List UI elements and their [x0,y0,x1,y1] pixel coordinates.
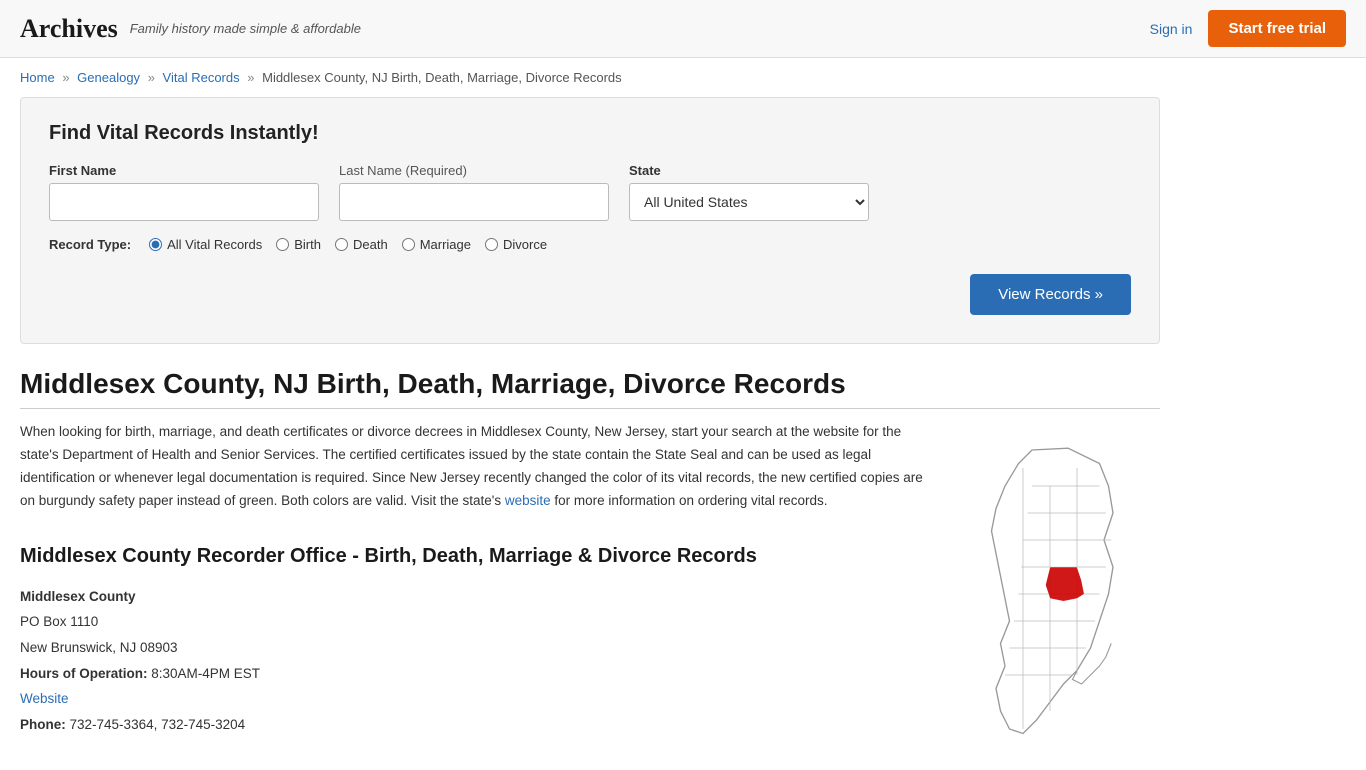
last-name-input[interactable] [339,183,609,221]
breadcrumb-current: Middlesex County, NJ Birth, Death, Marri… [262,70,622,85]
header-right: Sign in Start free trial [1150,10,1346,47]
radio-birth-label: Birth [294,237,321,252]
phone-label: Phone: [20,717,66,732]
office-name: Middlesex County [20,584,930,610]
radio-death-label: Death [353,237,388,252]
logo: Archives [20,14,118,44]
hours-label: Hours of Operation: [20,666,148,681]
radio-divorce[interactable]: Divorce [485,237,547,252]
record-type-row: Record Type: All Vital Records Birth Dea… [49,237,1131,252]
radio-all-input[interactable] [149,238,162,251]
radio-marriage-input[interactable] [402,238,415,251]
header-left: Archives Family history made simple & af… [20,14,361,44]
hours-line: Hours of Operation: 8:30AM-4PM EST [20,661,930,687]
content-area: When looking for birth, marriage, and de… [20,421,1160,750]
main-content: Find Vital Records Instantly! First Name… [0,97,1180,770]
body-text: When looking for birth, marriage, and de… [20,421,930,513]
radio-all-vital[interactable]: All Vital Records [149,237,262,252]
first-name-group: First Name [49,163,319,221]
website-link[interactable]: website [505,493,551,508]
radio-death-input[interactable] [335,238,348,251]
form-row: First Name Last Name (Required) State Al… [49,163,1131,221]
start-trial-button[interactable]: Start free trial [1208,10,1346,47]
nj-map-svg [960,441,1140,747]
po-box: PO Box 1110 [20,609,930,635]
breadcrumb-vital-records[interactable]: Vital Records [163,70,240,85]
radio-marriage[interactable]: Marriage [402,237,471,252]
content-left: When looking for birth, marriage, and de… [20,421,930,750]
office-website-link[interactable]: Website [20,691,69,706]
sign-in-link[interactable]: Sign in [1150,21,1193,37]
radio-death[interactable]: Death [335,237,388,252]
radio-birth-input[interactable] [276,238,289,251]
last-name-group: Last Name (Required) [339,163,609,221]
nj-map-container [960,421,1160,750]
view-records-button[interactable]: View Records » [970,274,1131,315]
section-title: Middlesex County Recorder Office - Birth… [20,537,930,568]
phone-line: Phone: 732-745-3364, 732-745-3204 [20,712,930,738]
separator2: » [148,70,155,85]
radio-divorce-input[interactable] [485,238,498,251]
radio-all-label: All Vital Records [167,237,262,252]
last-name-label: Last Name (Required) [339,163,609,178]
radio-marriage-label: Marriage [420,237,471,252]
separator: » [62,70,69,85]
radio-divorce-label: Divorce [503,237,547,252]
state-label: State [629,163,869,178]
breadcrumb-home[interactable]: Home [20,70,55,85]
page-title: Middlesex County, NJ Birth, Death, Marri… [20,368,1160,409]
state-group: State All United States [629,163,869,221]
record-type-label: Record Type: [49,237,131,252]
breadcrumb: Home » Genealogy » Vital Records » Middl… [0,58,1366,97]
radio-birth[interactable]: Birth [276,237,321,252]
breadcrumb-genealogy[interactable]: Genealogy [77,70,140,85]
separator3: » [247,70,254,85]
city-state-zip: New Brunswick, NJ 08903 [20,635,930,661]
search-box: Find Vital Records Instantly! First Name… [20,97,1160,344]
website-line: Website [20,686,930,712]
search-title: Find Vital Records Instantly! [49,122,1131,145]
state-select[interactable]: All United States [629,183,869,221]
record-type-options: All Vital Records Birth Death Marriage D… [149,237,547,252]
first-name-input[interactable] [49,183,319,221]
site-header: Archives Family history made simple & af… [0,0,1366,58]
office-info: Middlesex County PO Box 1110 New Brunswi… [20,584,930,738]
logo-tagline: Family history made simple & affordable [130,21,361,36]
first-name-label: First Name [49,163,319,178]
